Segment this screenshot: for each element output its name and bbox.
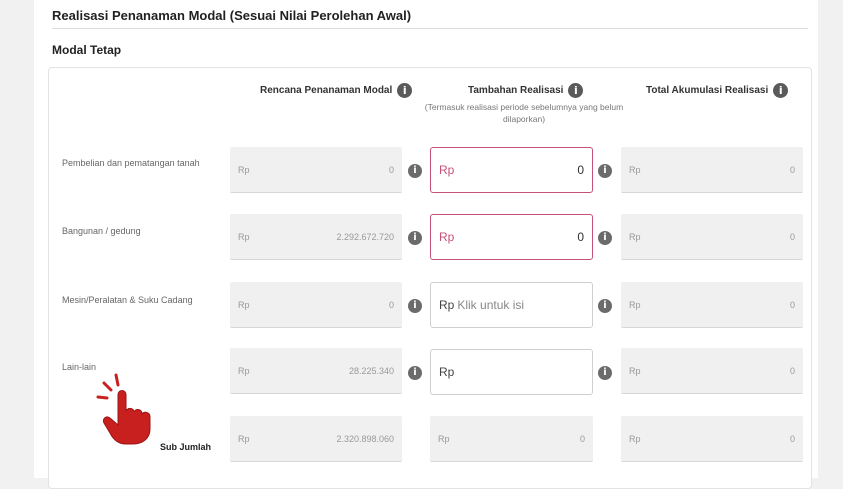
plan-value: 2.292.672.720: [336, 231, 394, 242]
addition-value: 0: [577, 163, 584, 177]
section-title: Realisasi Penanaman Modal (Sesuai Nilai …: [52, 8, 412, 23]
currency-prefix: Rp: [438, 433, 450, 444]
currency-prefix: Rp: [439, 298, 455, 312]
row-label-other: Lain-lain: [62, 362, 97, 372]
column-header-plan-label: Rencana Penanaman Modal: [260, 85, 393, 96]
addition-input-other[interactable]: Rp: [430, 349, 593, 395]
currency-prefix: Rp: [238, 433, 250, 444]
subtotal-plan-value: 2.320.898.060: [336, 433, 394, 444]
subtotal-total-field: Rp 0: [621, 416, 803, 462]
currency-prefix: Rp: [629, 231, 641, 242]
subtotal-plan-field: Rp 2.320.898.060: [230, 416, 402, 462]
subtotal-label: Sub Jumlah: [160, 442, 212, 452]
currency-prefix: Rp: [238, 164, 250, 175]
column-header-addition: Tambahan Realisasi i: [468, 83, 584, 98]
info-icon[interactable]: i: [408, 164, 422, 178]
addition-value: 0: [577, 230, 584, 244]
plan-value: 0: [388, 299, 394, 310]
total-field-land: Rp 0: [621, 147, 803, 193]
info-icon[interactable]: i: [598, 299, 612, 313]
subtitle: Modal Tetap: [52, 43, 122, 57]
subtotal-total-value: 0: [789, 433, 795, 444]
currency-prefix: Rp: [238, 365, 250, 376]
total-value: 0: [789, 365, 795, 376]
currency-prefix: Rp: [629, 299, 641, 310]
divider: [52, 28, 808, 29]
currency-prefix: Rp: [439, 230, 455, 244]
addition-input-building[interactable]: Rp 0: [430, 214, 593, 260]
currency-prefix: Rp: [439, 365, 455, 379]
plan-value: 0: [388, 164, 394, 175]
investment-panel: Realisasi Penanaman Modal (Sesuai Nilai …: [34, 0, 818, 489]
currency-prefix: Rp: [238, 231, 250, 242]
info-icon[interactable]: i: [408, 366, 422, 380]
plan-field-machinery: Rp 0: [230, 282, 402, 328]
column-header-plan: Rencana Penanaman Modal i: [260, 83, 413, 98]
total-field-building: Rp 0: [621, 214, 803, 260]
total-value: 0: [789, 164, 795, 175]
currency-prefix: Rp: [238, 299, 250, 310]
plan-value: 28.225.340: [348, 365, 394, 376]
info-icon[interactable]: i: [397, 83, 413, 98]
addition-input-land[interactable]: Rp 0: [430, 147, 593, 193]
info-icon[interactable]: i: [598, 366, 612, 380]
addition-input-machinery[interactable]: Rp Klik untuk isi: [430, 282, 593, 328]
total-field-machinery: Rp 0: [621, 282, 803, 328]
subtotal-addition-field: Rp 0: [430, 416, 593, 462]
plan-field-land: Rp 0: [230, 147, 402, 193]
column-header-total: Total Akumulasi Realisasi i: [646, 83, 789, 98]
total-value: 0: [789, 231, 795, 242]
row-label-land: Pembelian dan pematangan tanah: [62, 158, 200, 168]
info-icon[interactable]: i: [408, 231, 422, 245]
plan-field-building: Rp 2.292.672.720: [230, 214, 402, 260]
addition-placeholder: Klik untuk isi: [457, 298, 525, 312]
info-icon[interactable]: i: [598, 164, 612, 178]
plan-field-other: Rp 28.225.340: [230, 348, 402, 394]
info-icon[interactable]: i: [408, 299, 422, 313]
total-field-other: Rp 0: [621, 348, 803, 394]
row-label-machinery: Mesin/Peralatan & Suku Cadang: [62, 295, 193, 305]
info-icon[interactable]: i: [598, 231, 612, 245]
column-header-addition-label: Tambahan Realisasi: [468, 85, 564, 96]
currency-prefix: Rp: [629, 365, 641, 376]
total-value: 0: [789, 299, 795, 310]
info-icon[interactable]: i: [568, 83, 584, 98]
info-icon[interactable]: i: [773, 83, 789, 98]
row-label-building: Bangunan / gedung: [62, 226, 141, 236]
currency-prefix: Rp: [629, 164, 641, 175]
currency-prefix: Rp: [629, 433, 641, 444]
column-header-addition-note: (Termasuk realisasi periode sebelumnya y…: [424, 102, 624, 124]
subtotal-addition-value: 0: [579, 433, 585, 444]
pointing-hand-icon: [96, 373, 151, 445]
column-header-total-label: Total Akumulasi Realisasi: [646, 85, 769, 96]
currency-prefix: Rp: [439, 163, 455, 177]
